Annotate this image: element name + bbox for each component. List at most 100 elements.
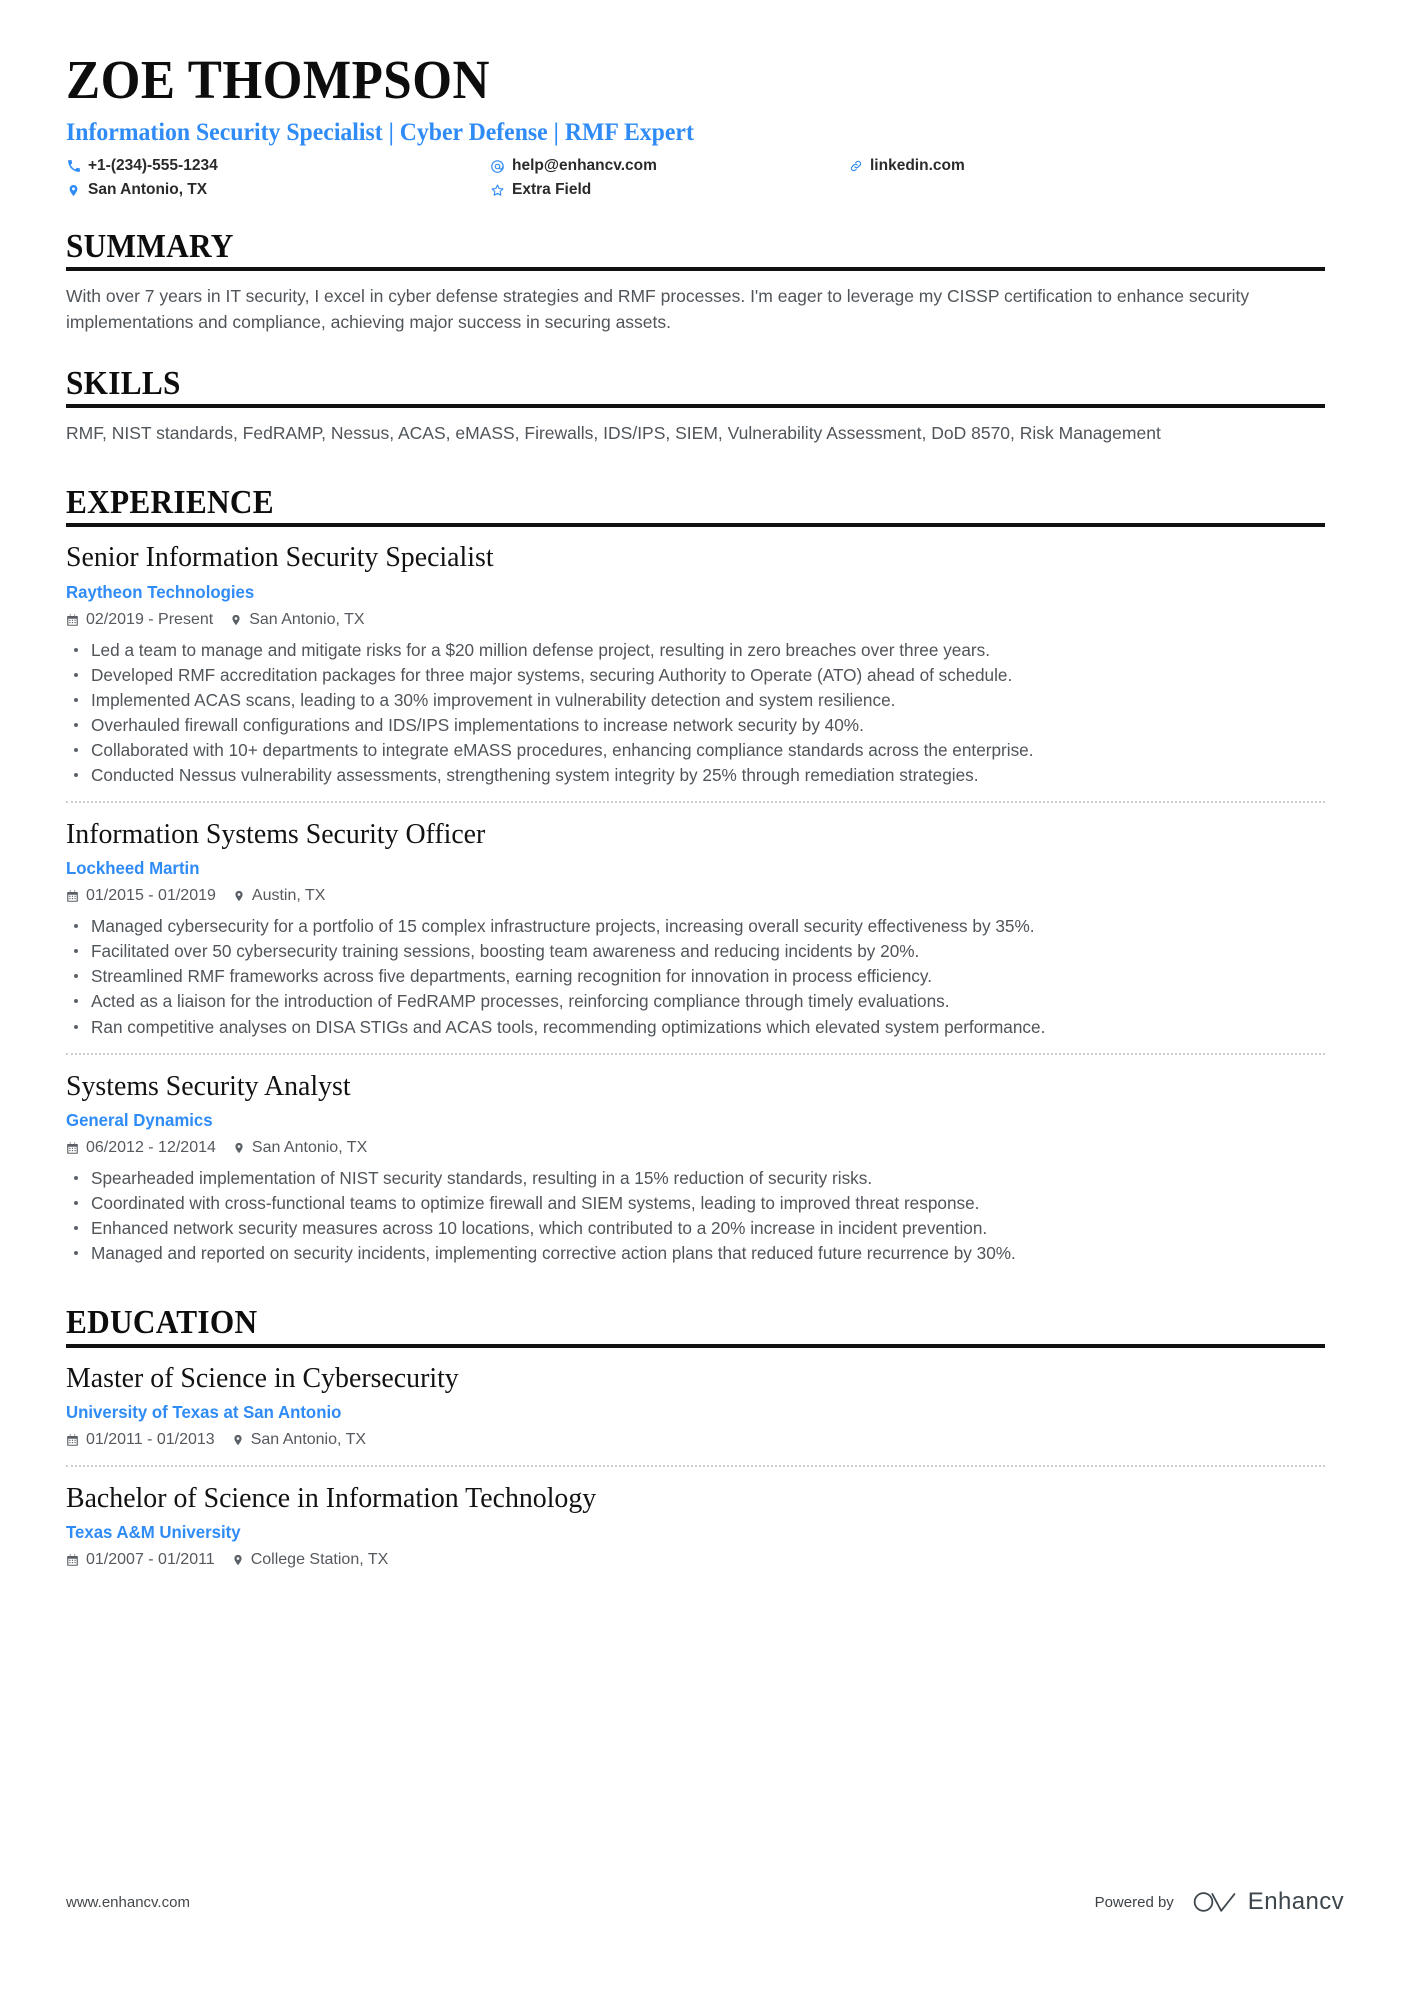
contact-phone-text: +1-(234)-555-1234 [88,157,218,175]
contact-location-text: San Antonio, TX [88,181,208,199]
bullet-item: Implemented ACAS scans, leading to a 30%… [66,688,1325,712]
contact-details: +1-(234)-555-1234 help@enhancv.com linke… [66,157,1325,199]
enhancv-wordmark: Enhancv [1247,1888,1344,1915]
section-education: EDUCATION Master of Science in Cybersecu… [66,1305,1325,1569]
experience-dates-text: 06/2012 - 12/2014 [86,1138,216,1156]
resume-content: ZOE THOMPSON Information Security Specia… [66,0,1325,1569]
bullet-item: Collaborated with 10+ departments to int… [66,738,1325,762]
bullet-item: Overhauled firewall configurations and I… [66,713,1325,737]
experience-dates: 01/2015 - 01/2019 [66,887,216,905]
candidate-name: ZOE THOMPSON [66,49,490,110]
summary-text: With over 7 years in IT security, I exce… [66,286,1250,333]
experience-meta: 06/2012 - 12/2014 San Antonio, TX [66,1139,1325,1157]
location-icon [230,613,242,627]
experience-job-title: Senior Information Security Specialist [66,541,494,574]
experience-dates-text: 02/2019 - Present [86,610,214,628]
bullet-item: Acted as a liaison for the introduction … [66,989,1325,1013]
bullet-item: Spearheaded implementation of NIST secur… [66,1166,1325,1190]
calendar-icon [66,889,79,903]
experience-company: General Dynamics [66,1109,213,1130]
location-icon [233,889,245,903]
calendar-icon [66,613,79,627]
calendar-icon [66,1553,79,1567]
experience-entry: Information Systems Security Officer Loc… [66,815,1325,1039]
section-divider [66,1343,1325,1348]
star-icon [490,183,505,198]
education-meta: 01/2007 - 01/2011 College Station, TX [66,1551,1325,1569]
education-location-text: San Antonio, TX [250,1430,367,1448]
experience-bullets: Led a team to manage and mitigate risks … [66,638,1325,787]
education-location: College Station, TX [232,1550,389,1569]
section-experience: EXPERIENCE Senior Information Security S… [66,485,1325,1265]
bullet-item: Coordinated with cross-functional teams … [66,1191,1325,1215]
education-meta: 01/2011 - 01/2013 San Antonio, TX [66,1431,1325,1449]
bullet-item: Conducted Nessus vulnerability assessmen… [66,763,1325,787]
section-summary: SUMMARY With over 7 years in IT security… [66,229,1325,336]
education-school: University of Texas at San Antonio [66,1401,342,1422]
email-icon [490,159,505,174]
summary-section-title: SUMMARY [66,228,234,266]
experience-entry: Senior Information Security Specialist R… [66,538,1325,787]
experience-location-text: San Antonio, TX [249,610,365,628]
bullet-item: Facilitated over 50 cybersecurity traini… [66,939,1325,963]
education-dates-text: 01/2011 - 01/2013 [86,1430,215,1448]
entry-separator [66,1052,1325,1055]
bullet-item: Managed and reported on security inciden… [66,1241,1325,1265]
footer-branding: Powered by Enhancv [1095,1888,1344,1916]
experience-location: San Antonio, TX [230,610,365,629]
page-footer: www.enhancv.com Powered by Enhancv [66,1888,1344,1916]
experience-company: Lockheed Martin [66,858,200,879]
candidate-headline: Information Security Specialist | Cyber … [66,119,694,147]
education-location: San Antonio, TX [232,1431,366,1449]
contact-linkedin[interactable]: linkedin.com [848,157,1325,175]
section-skills: SKILLS RMF, NIST standards, FedRAMP, Nes… [66,366,1325,447]
experience-job-title: Information Systems Security Officer [66,818,486,851]
location-icon [233,1141,245,1155]
resume-header: ZOE THOMPSON Information Security Specia… [66,0,1325,199]
experience-job-title: Systems Security Analyst [66,1069,351,1102]
experience-location: Austin, TX [233,887,325,905]
footer-website[interactable]: www.enhancv.com [66,1894,190,1911]
powered-by-label: Powered by [1094,1893,1174,1911]
contact-location[interactable]: San Antonio, TX [66,181,490,199]
education-dates: 01/2007 - 01/2011 [66,1551,215,1569]
calendar-icon [66,1141,79,1155]
enhancv-logo: Enhancv [1192,1888,1344,1916]
calendar-icon [66,1433,79,1447]
education-section-title: EDUCATION [66,1304,258,1342]
experience-bullets: Spearheaded implementation of NIST secur… [66,1166,1325,1265]
experience-company: Raytheon Technologies [66,581,255,602]
contact-linkedin-text: linkedin.com [870,157,965,175]
contact-phone[interactable]: +1-(234)-555-1234 [66,157,490,175]
contact-extra-field-text: Extra Field [512,181,592,199]
contact-email[interactable]: help@enhancv.com [490,157,848,175]
entry-separator [66,801,1325,804]
education-entry: Bachelor of Science in Information Techn… [66,1479,1325,1569]
education-dates: 01/2011 - 01/2013 [66,1431,215,1449]
location-icon [232,1433,244,1447]
contact-extra-field[interactable]: Extra Field [490,181,848,199]
link-icon [848,159,863,173]
location-icon [66,183,81,198]
education-degree: Master of Science in Cybersecurity [66,1361,459,1394]
section-divider [66,267,1325,272]
enhancv-mark-icon [1192,1889,1238,1915]
experience-bullets: Managed cybersecurity for a portfolio of… [66,914,1325,1038]
experience-meta: 01/2015 - 01/2019 Austin, TX [66,887,1325,905]
phone-icon [66,159,81,173]
education-entry: Master of Science in Cybersecurity Unive… [66,1359,1325,1449]
experience-dates-text: 01/2015 - 01/2019 [86,887,216,905]
education-dates-text: 01/2007 - 01/2011 [86,1550,215,1568]
contact-email-text: help@enhancv.com [512,157,657,175]
skills-text: RMF, NIST standards, FedRAMP, Nessus, AC… [66,423,1161,444]
education-degree: Bachelor of Science in Information Techn… [66,1481,597,1514]
experience-dates: 02/2019 - Present [66,611,213,629]
bullet-item: Streamlined RMF frameworks across five d… [66,964,1325,988]
experience-location-text: San Antonio, TX [251,1138,368,1156]
bullet-item: Ran competitive analyses on DISA STIGs a… [66,1015,1325,1039]
experience-location: San Antonio, TX [233,1139,367,1157]
bullet-item: Led a team to manage and mitigate risks … [66,638,1325,662]
section-divider [66,523,1325,528]
education-school: Texas A&M University [66,1521,241,1542]
education-location-text: College Station, TX [250,1550,389,1568]
